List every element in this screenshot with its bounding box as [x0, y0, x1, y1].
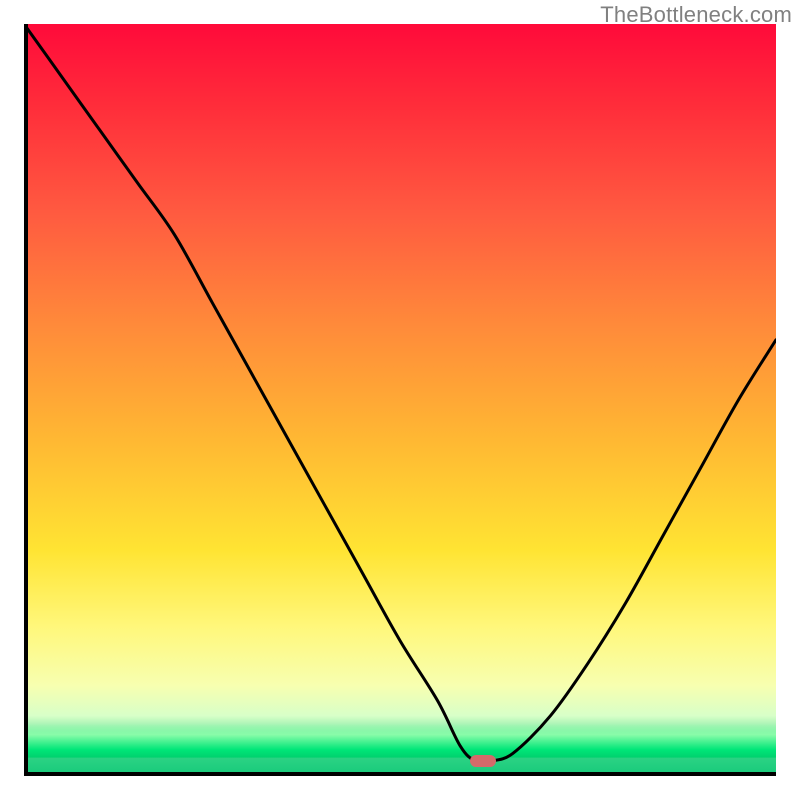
- plot-area: [24, 24, 776, 776]
- curve-svg: [24, 24, 776, 776]
- bottleneck-curve-path: [24, 24, 776, 762]
- optimum-marker: [470, 755, 496, 767]
- bottleneck-chart: TheBottleneck.com: [0, 0, 800, 800]
